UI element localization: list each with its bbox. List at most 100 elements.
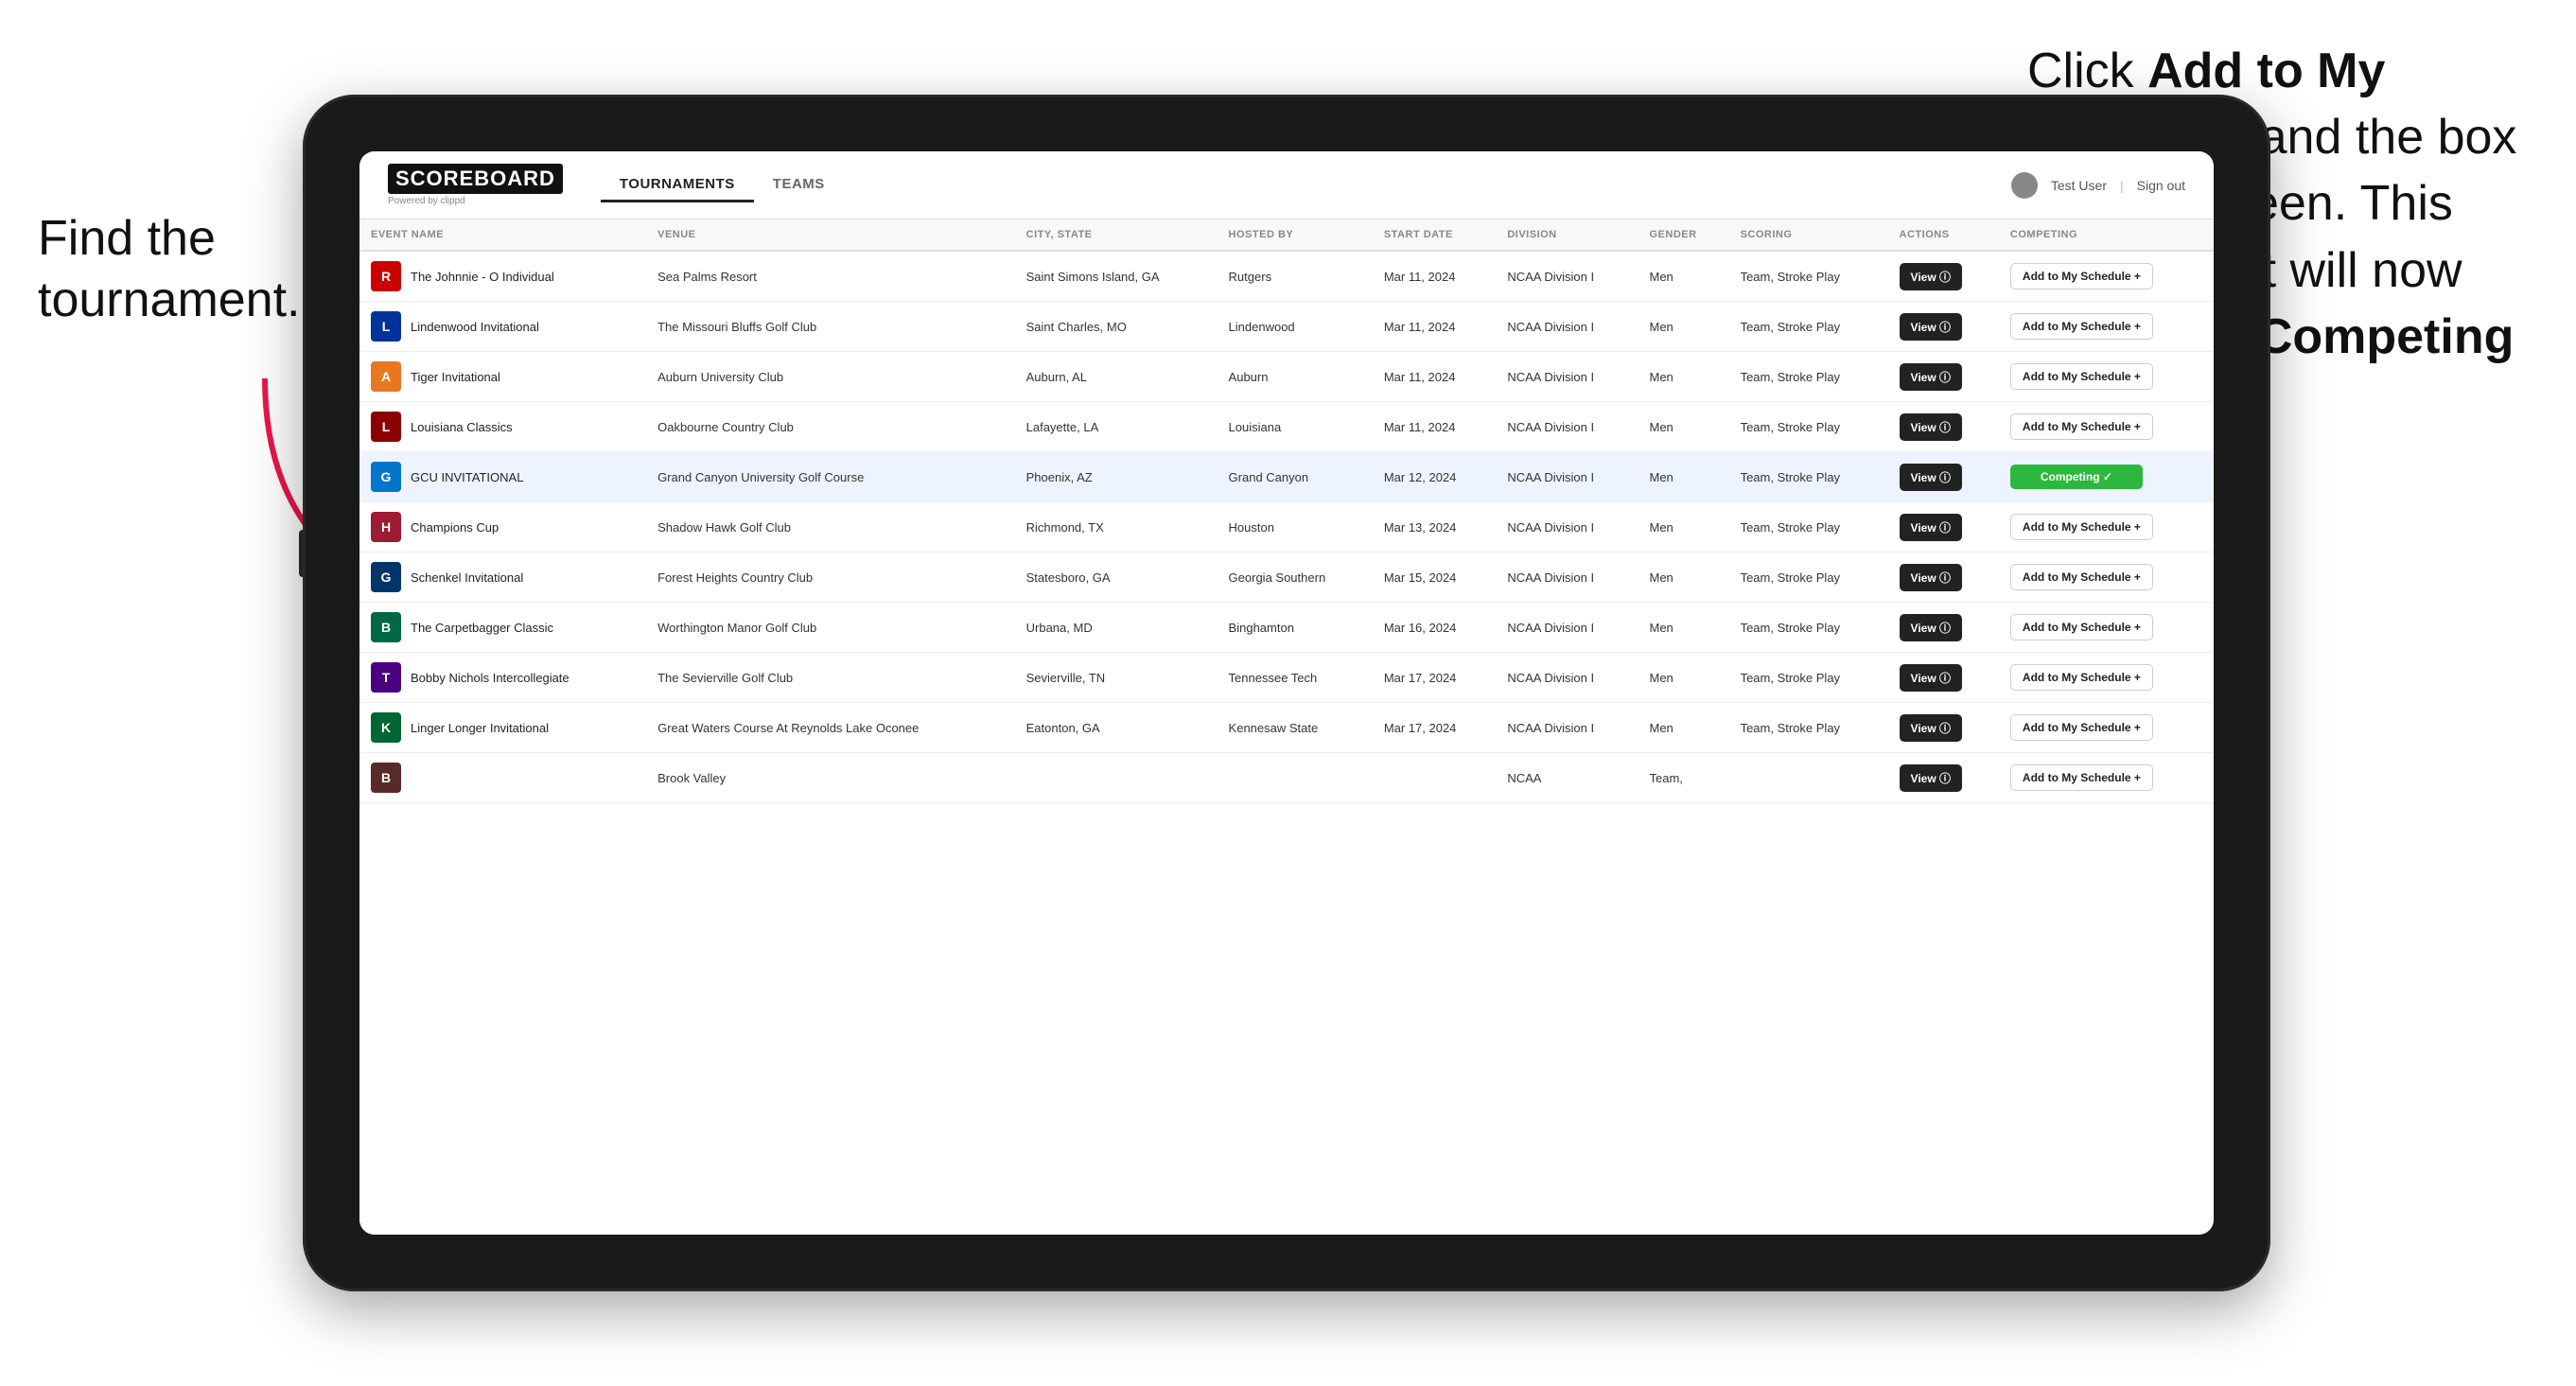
start-date-cell: Mar 16, 2024 [1373,603,1497,653]
venue-cell: Brook Valley [646,753,1015,803]
event-name-text: Champions Cup [411,520,499,535]
logo-sub: Powered by clippd [388,196,563,206]
scoring-cell: Team, Stroke Play [1729,653,1888,703]
table-body: R The Johnnie - O Individual Sea Palms R… [359,251,2214,803]
view-button[interactable]: View ⓘ [1900,514,1962,541]
add-to-schedule-button[interactable]: Add to My Schedule + [2010,564,2153,590]
competing-cell: Add to My Schedule + [1999,352,2214,402]
city-state-cell: Eatonton, GA [1015,703,1218,753]
actions-cell: View ⓘ [1888,502,1999,553]
division-cell: NCAA Division I [1496,502,1638,553]
event-name-cell: B The Carpetbagger Classic [359,603,646,653]
scoring-cell: Team, Stroke Play [1729,352,1888,402]
user-avatar [2011,172,2038,199]
event-name-cell: B [359,753,646,803]
view-button[interactable]: View ⓘ [1900,313,1962,341]
team-logo: T [371,662,401,693]
actions-cell: View ⓘ [1888,753,1999,803]
view-button[interactable]: View ⓘ [1900,263,1962,290]
city-state-cell: Saint Charles, MO [1015,302,1218,352]
view-button[interactable]: View ⓘ [1900,363,1962,391]
add-to-schedule-button[interactable]: Add to My Schedule + [2010,664,2153,691]
division-cell: NCAA Division I [1496,703,1638,753]
col-venue: VENUE [646,219,1015,251]
tablet-frame: SCOREBOARD Powered by clippd TOURNAMENTS… [303,95,2270,1291]
view-button[interactable]: View ⓘ [1900,764,1962,792]
add-to-schedule-button[interactable]: Add to My Schedule + [2010,514,2153,540]
view-button[interactable]: View ⓘ [1900,413,1962,441]
view-button[interactable]: View ⓘ [1900,614,1962,641]
competing-cell: Add to My Schedule + [1999,603,2214,653]
view-button[interactable]: View ⓘ [1900,714,1962,742]
gender-cell: Men [1638,553,1728,603]
table-row: B Brook ValleyNCAATeam,View ⓘAdd to My S… [359,753,2214,803]
tab-teams[interactable]: TEAMS [754,168,844,202]
add-to-schedule-button[interactable]: Add to My Schedule + [2010,263,2153,289]
event-name-cell: T Bobby Nichols Intercollegiate [359,653,646,703]
city-state-cell: Lafayette, LA [1015,402,1218,452]
table-row: K Linger Longer Invitational Great Water… [359,703,2214,753]
division-cell: NCAA Division I [1496,352,1638,402]
event-name-cell: R The Johnnie - O Individual [359,251,646,302]
city-state-cell: Saint Simons Island, GA [1015,251,1218,302]
city-state-cell [1015,753,1218,803]
hosted-by-cell: Kennesaw State [1218,703,1373,753]
venue-cell: The Sevierville Golf Club [646,653,1015,703]
table-row: G GCU INVITATIONAL Grand Canyon Universi… [359,452,2214,502]
tab-tournaments[interactable]: TOURNAMENTS [601,168,754,202]
scoring-cell: Team, Stroke Play [1729,402,1888,452]
venue-cell: Great Waters Course At Reynolds Lake Oco… [646,703,1015,753]
gender-cell: Men [1638,603,1728,653]
hosted-by-cell: Binghamton [1218,603,1373,653]
hosted-by-cell: Tennessee Tech [1218,653,1373,703]
table-row: B The Carpetbagger Classic Worthington M… [359,603,2214,653]
add-to-schedule-button[interactable]: Add to My Schedule + [2010,363,2153,390]
col-division: DIVISION [1496,219,1638,251]
division-cell: NCAA Division I [1496,302,1638,352]
actions-cell: View ⓘ [1888,352,1999,402]
view-button[interactable]: View ⓘ [1900,664,1962,692]
header-right: Test User | Sign out [2011,172,2185,199]
view-button[interactable]: View ⓘ [1900,464,1962,491]
competing-cell: Add to My Schedule + [1999,402,2214,452]
scoring-cell [1729,753,1888,803]
actions-cell: View ⓘ [1888,452,1999,502]
actions-cell: View ⓘ [1888,703,1999,753]
sign-out-link[interactable]: Sign out [2137,178,2185,193]
add-to-schedule-button[interactable]: Add to My Schedule + [2010,413,2153,440]
venue-cell: Grand Canyon University Golf Course [646,452,1015,502]
competing-button[interactable]: Competing ✓ [2010,465,2143,489]
col-start-date: START DATE [1373,219,1497,251]
hosted-by-cell: Grand Canyon [1218,452,1373,502]
venue-cell: Worthington Manor Golf Club [646,603,1015,653]
competing-cell: Add to My Schedule + [1999,753,2214,803]
add-to-schedule-button[interactable]: Add to My Schedule + [2010,764,2153,791]
actions-cell: View ⓘ [1888,302,1999,352]
event-name-text: Schenkel Invitational [411,570,523,585]
venue-cell: The Missouri Bluffs Golf Club [646,302,1015,352]
nav-tabs: TOURNAMENTS TEAMS [601,168,844,202]
event-name-cell: A Tiger Invitational [359,352,646,402]
event-name-text: GCU INVITATIONAL [411,470,523,484]
pipe-divider: | [2120,178,2124,193]
tablet-screen: SCOREBOARD Powered by clippd TOURNAMENTS… [359,151,2214,1235]
scoring-cell: Team, Stroke Play [1729,553,1888,603]
hosted-by-cell: Georgia Southern [1218,553,1373,603]
event-name-text: Louisiana Classics [411,420,513,434]
team-logo: B [371,763,401,793]
view-button[interactable]: View ⓘ [1900,564,1962,591]
start-date-cell: Mar 17, 2024 [1373,703,1497,753]
hosted-by-cell: Rutgers [1218,251,1373,302]
division-cell: NCAA Division I [1496,251,1638,302]
city-state-cell: Urbana, MD [1015,603,1218,653]
add-to-schedule-button[interactable]: Add to My Schedule + [2010,614,2153,640]
add-to-schedule-button[interactable]: Add to My Schedule + [2010,313,2153,340]
actions-cell: View ⓘ [1888,402,1999,452]
competing-cell: Add to My Schedule + [1999,502,2214,553]
event-name-text: Tiger Invitational [411,370,500,384]
add-to-schedule-button[interactable]: Add to My Schedule + [2010,714,2153,741]
division-cell: NCAA Division I [1496,653,1638,703]
division-cell: NCAA Division I [1496,603,1638,653]
division-cell: NCAA [1496,753,1638,803]
table-row: T Bobby Nichols Intercollegiate The Sevi… [359,653,2214,703]
